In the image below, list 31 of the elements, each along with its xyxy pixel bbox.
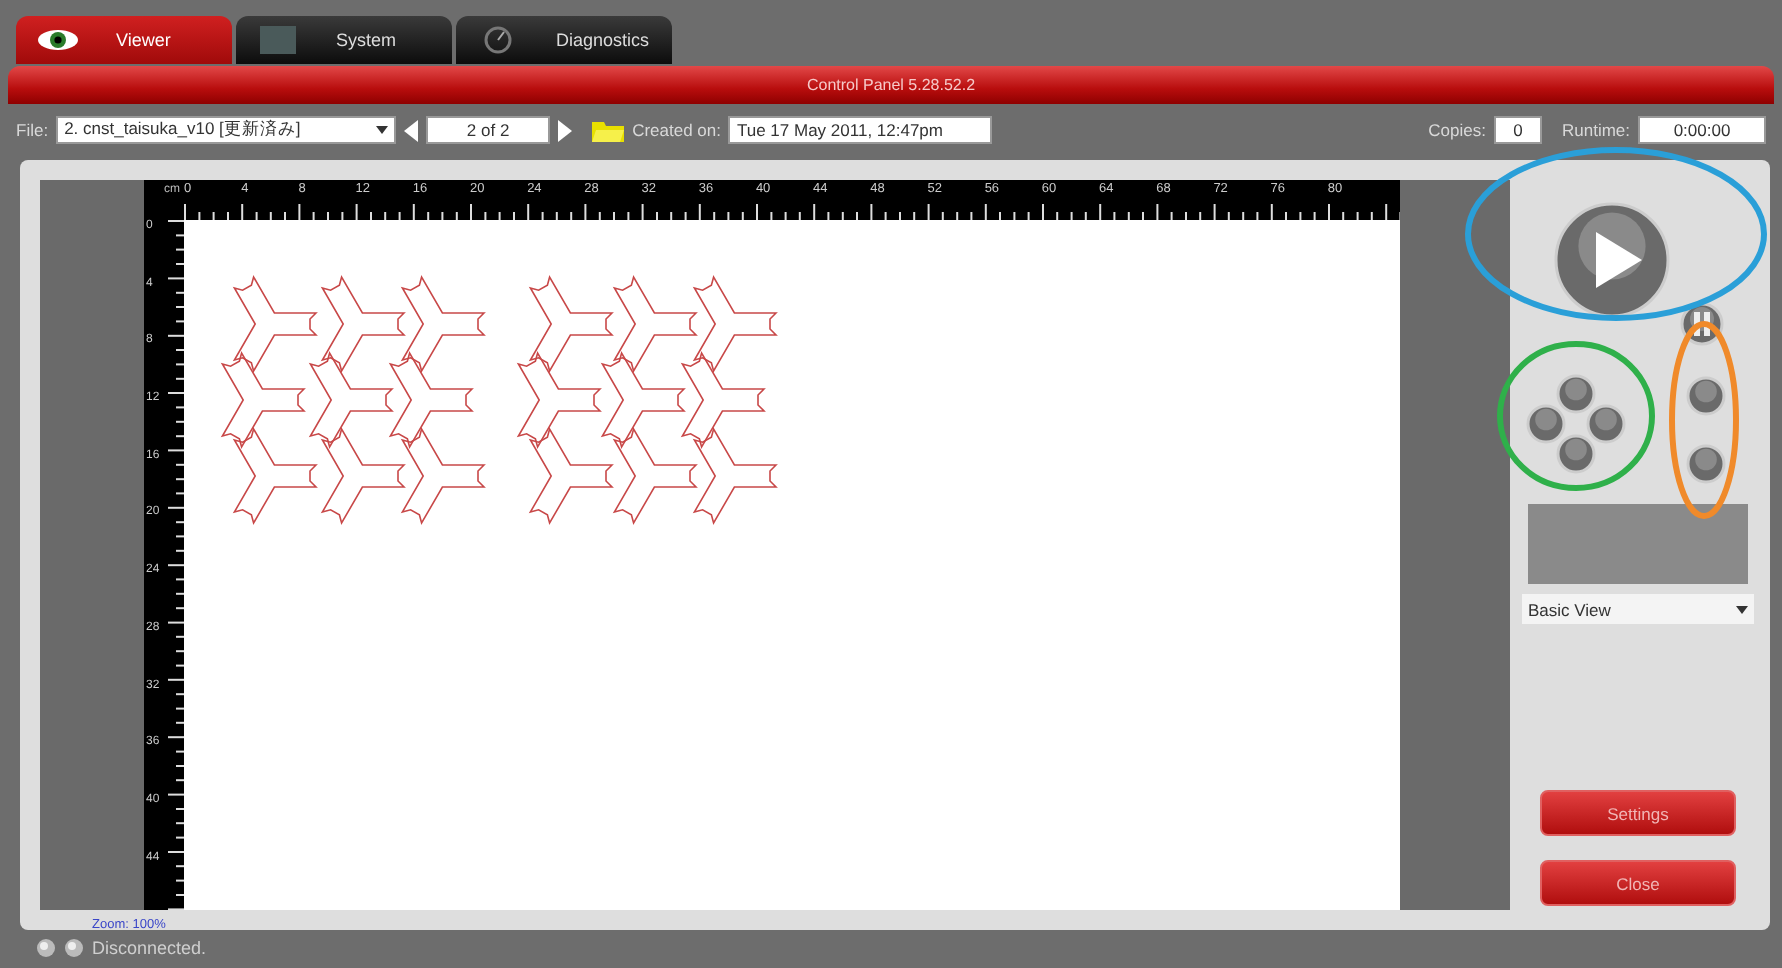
runtime-label: Runtime: bbox=[1561, 120, 1630, 140]
previous-button[interactable] bbox=[404, 119, 419, 141]
view-dropdown[interactable]: Basic View bbox=[1522, 594, 1754, 624]
tab[interactable]: Viewer bbox=[16, 16, 232, 64]
caret-icon bbox=[376, 126, 389, 134]
down-button[interactable] bbox=[1686, 444, 1726, 484]
file-dropdown[interactable]: 2. cnst_taisuka_v10 [更新済み] bbox=[56, 116, 397, 144]
copies-label: Copies: bbox=[1428, 120, 1486, 140]
created-field: Tue 17 May 2011, 12:47pm bbox=[728, 116, 993, 144]
tab[interactable]: System bbox=[236, 16, 452, 64]
page-field[interactable]: 2 of 2 bbox=[426, 116, 551, 144]
eye-icon bbox=[36, 26, 80, 54]
up-button[interactable] bbox=[1556, 374, 1596, 414]
created-label: Created on: bbox=[632, 120, 721, 140]
copies-field[interactable]: 0 bbox=[1493, 116, 1542, 144]
next-button[interactable] bbox=[558, 119, 573, 141]
left-button[interactable] bbox=[1526, 404, 1566, 444]
square-icon bbox=[256, 26, 300, 54]
connection-icon bbox=[36, 938, 56, 958]
runtime-field: 0:00:00 bbox=[1638, 116, 1766, 144]
right-button[interactable] bbox=[1586, 404, 1626, 444]
down-button[interactable] bbox=[1556, 434, 1596, 474]
up-button[interactable] bbox=[1686, 376, 1726, 416]
status-text: Disconnected. bbox=[92, 938, 207, 958]
connection-icon bbox=[64, 938, 84, 958]
tab[interactable]: Diagnostics bbox=[456, 16, 672, 64]
file-label: File: bbox=[16, 120, 49, 140]
window-title: Control Panel 5.28.52.2 bbox=[806, 76, 976, 94]
play-button[interactable] bbox=[1554, 202, 1670, 318]
caret-icon bbox=[1736, 605, 1748, 613]
folder-icon[interactable] bbox=[592, 119, 625, 141]
